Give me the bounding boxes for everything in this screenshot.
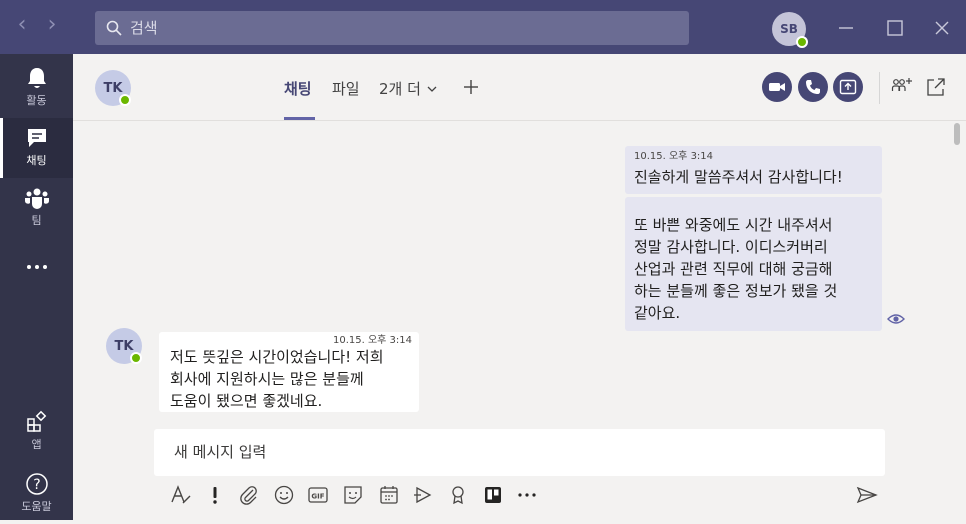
more-options-icon[interactable] [516,484,538,506]
message-line: 정말 감사합니다. 이디스커버리 [634,238,828,256]
presence-available-icon [796,36,808,48]
header-divider [879,72,880,104]
rail-item-more[interactable] [0,250,73,284]
user-avatar[interactable]: SB [772,12,808,48]
contact-initials: TK [103,80,123,96]
title-bar: ‹ › SB [0,0,966,54]
compose-box[interactable] [154,429,885,476]
help-icon: ? [25,473,48,495]
teams-icon [24,188,49,209]
active-tab-indicator [284,117,315,120]
message-line: 같아요. [634,304,681,322]
message-line: 회사에 지원하시는 많은 분들께 [170,370,364,388]
chevron-down-icon [427,86,437,92]
emoji-icon[interactable] [273,484,295,506]
chat-header: TK 채팅 파일 2개 더 [73,54,966,121]
scrollbar-thumb[interactable] [954,123,960,145]
message-outgoing[interactable]: 10.15. 오후 3:14 진솔하게 말씀주셔서 감사합니다! [625,146,882,194]
tab-files[interactable]: 파일 [332,78,360,99]
sender-avatar[interactable]: TK [106,328,142,364]
rail-item-activity[interactable]: 활동 [0,58,73,118]
stream-icon[interactable] [412,484,434,506]
presence-available-icon [130,352,142,364]
message-outgoing[interactable]: 또 바쁜 와중에도 시간 내주셔서 정말 감사합니다. 이디스커버리 산업과 관… [625,197,882,331]
close-icon[interactable] [930,16,954,40]
rail-item-apps[interactable]: 앱 [0,402,73,462]
presence-available-icon [119,94,131,106]
user-initials: SB [780,22,798,36]
schedule-meeting-icon[interactable] [378,484,400,506]
chat-icon [27,129,46,147]
search-icon [106,20,122,36]
phone-icon [806,80,820,94]
video-call-button[interactable] [762,72,792,102]
message-incoming[interactable]: 10.15. 오후 3:14 저도 뜻깊은 시간이었습니다! 저희 회사에 지원… [159,332,419,412]
read-receipt-eye-icon [887,314,905,324]
video-camera-icon [769,83,785,91]
share-screen-icon [839,79,857,95]
important-icon[interactable] [204,484,226,506]
rail-item-chat[interactable]: 채팅 [0,118,73,178]
audio-call-button[interactable] [798,72,828,102]
add-tab-icon[interactable] [462,78,480,96]
pop-out-icon[interactable] [925,76,947,98]
more-icon [26,265,47,269]
share-screen-button[interactable] [833,72,863,102]
message-text: 저도 뜻깊은 시간이었습니다! 저희 회사에 지원하시는 많은 분들께 도움이 … [170,346,384,412]
contact-avatar[interactable]: TK [95,70,131,106]
gif-icon[interactable]: GIF [307,484,329,506]
message-line: 하는 분들께 좋은 정보가 됐을 것 [634,282,838,300]
message-text: 또 바쁜 와중에도 시간 내주셔서 정말 감사합니다. 이디스커버리 산업과 관… [634,214,837,324]
message-input[interactable] [172,442,866,462]
apps-icon [26,410,46,432]
add-people-icon[interactable] [891,76,913,98]
svg-text:?: ? [33,477,40,493]
app-rail: 활동 채팅 팀 앱 ? 도움말 [0,54,73,520]
sticker-icon[interactable] [342,484,364,506]
message-line: 도움이 됐으면 좋겠네요. [170,392,323,410]
message-timestamp: 10.15. 오후 3:14 [634,151,714,162]
sender-initials: TK [114,338,134,354]
minimize-icon[interactable] [834,16,858,40]
message-line: 또 바쁜 와중에도 시간 내주셔서 [634,216,833,234]
bell-icon [27,68,46,88]
rail-item-teams[interactable]: 팀 [0,178,73,238]
rail-label-help: 도움말 [21,500,52,513]
praise-icon[interactable] [447,484,469,506]
message-text: 진솔하게 말씀주셔서 감사합니다! [634,168,843,186]
tab-chat[interactable]: 채팅 [284,78,312,99]
tab-more-label: 2개 더 [379,80,421,98]
rail-label-apps: 앱 [31,438,42,451]
format-icon[interactable] [170,484,192,506]
tab-more[interactable]: 2개 더 [379,78,438,99]
rail-label-chat: 채팅 [26,154,47,167]
attach-icon[interactable] [238,484,260,506]
rail-label-teams: 팀 [31,214,42,227]
back-arrow-icon[interactable]: ‹ [12,14,32,36]
search-box[interactable] [95,11,689,45]
trello-icon[interactable] [482,484,504,506]
maximize-icon[interactable] [883,16,907,40]
send-icon[interactable] [856,484,878,506]
svg-text:GIF: GIF [311,493,324,501]
message-line: 산업과 관련 직무에 대해 궁금해 [634,260,833,278]
message-line: 저도 뜻깊은 시간이었습니다! 저희 [170,348,384,366]
forward-arrow-icon[interactable]: › [42,14,62,36]
rail-item-help[interactable]: ? 도움말 [0,464,73,524]
search-input[interactable] [128,18,672,38]
rail-label-activity: 활동 [26,94,47,107]
message-list: 10.15. 오후 3:14 진솔하게 말씀주셔서 감사합니다! 또 바쁜 와중… [73,121,966,426]
